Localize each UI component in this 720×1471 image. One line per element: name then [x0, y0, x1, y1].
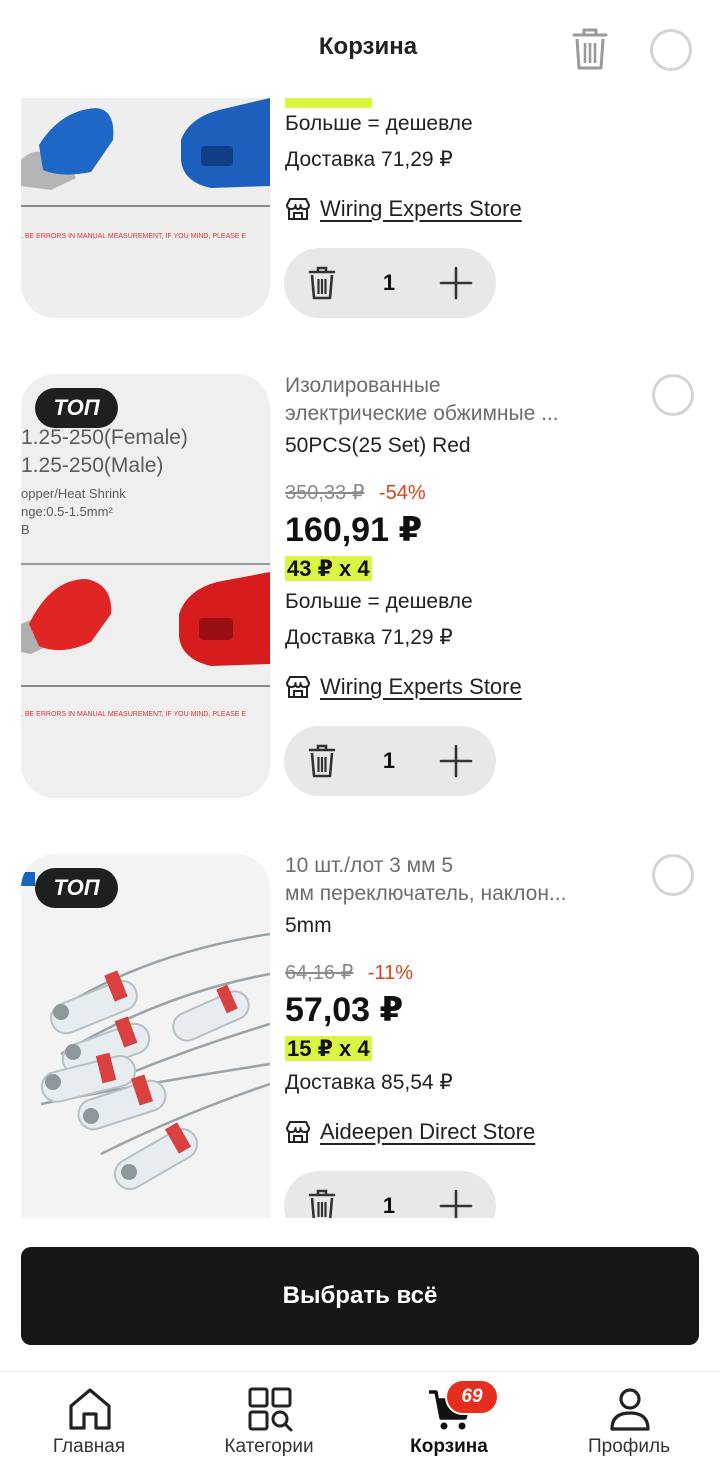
image-text: 1.25-250(Male) [21, 454, 163, 477]
store-link[interactable]: Wiring Experts Store [285, 194, 522, 224]
tab-bar: Главная Категории Корзина Профиль [0, 1371, 720, 1471]
bulk-discount-text: Больше = дешевле [285, 112, 473, 135]
select-all-button[interactable]: Выбрать всё [21, 1247, 699, 1345]
remove-item-icon[interactable] [306, 1188, 338, 1218]
store-icon [286, 198, 310, 220]
categories-icon [248, 1387, 293, 1432]
tab-label: Корзина [410, 1436, 488, 1457]
remove-item-icon[interactable] [306, 265, 338, 301]
current-price: 160,91 ₽ [285, 511, 423, 549]
cart-count-badge: 69 [445, 1379, 499, 1415]
tab-categories[interactable]: Категории [189, 1372, 349, 1471]
product-image[interactable]: . BE ERRORS IN MANUAL MEASUREMENT, IF YO… [21, 98, 270, 318]
old-price: 64,16 ₽ [285, 962, 354, 984]
price-row: 350,33 ₽ -54% [285, 480, 426, 505]
cart-list[interactable]: . BE ERRORS IN MANUAL MEASUREMENT, IF YO… [0, 98, 720, 1218]
header: Корзина [0, 0, 720, 98]
product-variant: 50PCS(25 Set) Red [285, 434, 471, 457]
top-badge: ТОП [35, 868, 118, 908]
profile-icon [610, 1388, 650, 1431]
delivery-cost: Доставка 85,54 ₽ [285, 1071, 453, 1094]
price-row: 64,16 ₽ -11% [285, 960, 413, 985]
store-name[interactable]: Aideepen Direct Store [320, 1119, 535, 1145]
bulk-discount-text: Больше = дешевле [285, 590, 473, 613]
image-text: nge:0.5-1.5mm² [21, 504, 113, 519]
product-title[interactable]: мм переключатель, наклон... [285, 882, 566, 906]
delete-selected-icon[interactable] [568, 26, 612, 72]
remove-item-icon[interactable] [306, 743, 338, 779]
delivery-cost: Доставка 71,29 ₽ [285, 626, 453, 649]
product-title[interactable]: электрические обжимные ... [285, 402, 559, 426]
delivery-cost: Доставка 71,29 ₽ [285, 148, 453, 171]
quantity-value: 1 [382, 748, 396, 773]
product-title[interactable]: Изолированные [285, 374, 441, 398]
tab-label: Профиль [587, 1436, 671, 1457]
image-text: opper/Heat Shrink [21, 486, 126, 501]
select-all-checkbox[interactable] [650, 29, 692, 71]
top-badge: ТОП [35, 388, 118, 428]
quantity-value: 1 [382, 270, 396, 295]
store-name[interactable]: Wiring Experts Store [320, 674, 522, 700]
quantity-stepper: 1 [284, 248, 496, 318]
store-link[interactable]: Wiring Experts Store [285, 672, 522, 702]
quantity-value: 1 [382, 1193, 396, 1218]
quantity-stepper: 1 [284, 726, 496, 796]
product-image[interactable]: 1.25-250(Female) 1.25-250(Male) opper/He… [21, 374, 270, 798]
tab-label: Категории [224, 1436, 314, 1457]
item-checkbox[interactable] [652, 374, 694, 416]
per-unit-price: 43 ₽ x 4 [285, 98, 372, 108]
image-caption: . BE ERRORS IN MANUAL MEASUREMENT, IF YO… [21, 233, 247, 240]
per-unit-price: 15 ₽ x 4 [285, 1036, 372, 1061]
page-title: Корзина [318, 33, 418, 60]
item-checkbox[interactable] [652, 854, 694, 896]
tab-label: Главная [52, 1436, 126, 1457]
store-icon [286, 1121, 310, 1143]
discount-percent: -11% [367, 962, 414, 984]
quantity-stepper: 1 [284, 1171, 496, 1218]
per-unit-price: 43 ₽ x 4 [285, 556, 372, 581]
store-link[interactable]: Aideepen Direct Store [285, 1117, 535, 1147]
old-price: 350,33 ₽ [285, 482, 365, 504]
plus-icon[interactable] [438, 265, 474, 301]
product-title[interactable]: 10 шт./лот 3 мм 5 [285, 854, 453, 878]
image-caption: . BE ERRORS IN MANUAL MEASUREMENT, IF YO… [21, 711, 247, 718]
discount-percent: -54% [378, 482, 426, 504]
image-text: 1.25-250(Female) [21, 426, 188, 449]
current-price: 57,03 ₽ [285, 991, 404, 1029]
store-name[interactable]: Wiring Experts Store [320, 196, 522, 222]
tab-profile[interactable]: Профиль [549, 1372, 709, 1471]
tab-home[interactable]: Главная [9, 1372, 169, 1471]
store-icon [286, 676, 310, 698]
product-image[interactable] [21, 854, 270, 1218]
image-text: B [21, 522, 30, 537]
plus-icon[interactable] [438, 1188, 474, 1218]
home-icon [69, 1388, 111, 1430]
product-variant: 5mm [285, 914, 332, 937]
plus-icon[interactable] [438, 743, 474, 779]
